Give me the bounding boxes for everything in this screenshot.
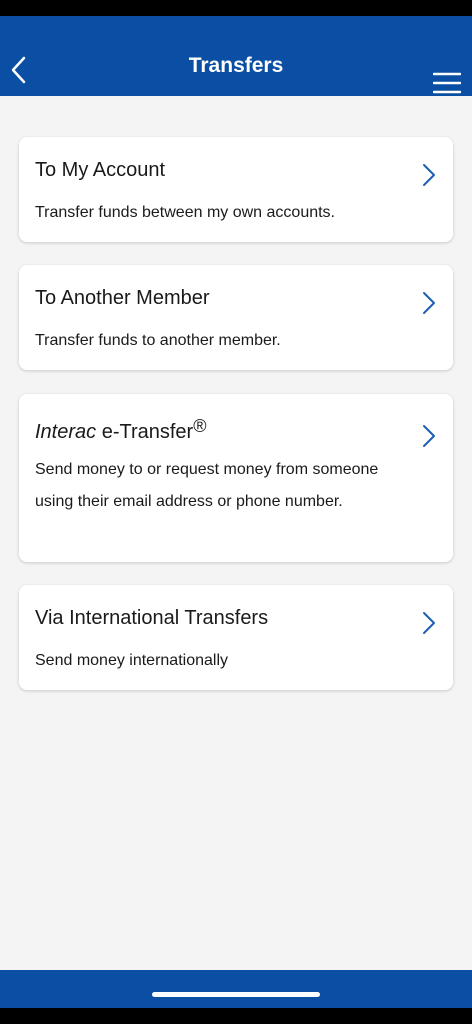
card-title-rest: e-Transfer [96, 421, 194, 443]
chevron-right-icon [423, 612, 435, 634]
bottom-edge [0, 1008, 472, 1024]
card-description: Transfer funds to another member. [35, 332, 281, 349]
home-indicator[interactable] [152, 992, 320, 997]
hamburger-menu-icon [433, 72, 461, 94]
card-to-another-member[interactable]: To Another Member Transfer funds to anot… [19, 265, 453, 370]
chevron-right-icon [423, 292, 435, 314]
card-title: To My Account [35, 159, 166, 181]
bottom-bar [0, 970, 472, 1008]
chevron-right-icon [423, 425, 435, 447]
card-title: Interac e-Transfer® [35, 416, 206, 444]
app-header: Transfers [0, 16, 472, 96]
menu-button[interactable] [430, 68, 464, 98]
card-description: Send money internationally [35, 652, 229, 669]
status-bar [0, 0, 472, 16]
card-to-my-account[interactable]: To My Account Transfer funds between my … [19, 137, 453, 242]
card-interac-e-transfer[interactable]: Interac e-Transfer® Send money to or req… [19, 394, 453, 562]
chevron-right-icon [423, 164, 435, 186]
card-title: Via International Transfers [35, 607, 269, 629]
card-title: To Another Member [35, 287, 210, 309]
card-description: Send money to or request money from some… [35, 461, 379, 510]
card-title-brand: Interac [35, 421, 97, 443]
card-international-transfers[interactable]: Via International Transfers Send money i… [19, 585, 453, 690]
registered-mark: ® [193, 416, 207, 436]
page-title: Transfers [188, 54, 284, 77]
card-description: Transfer funds between my own accounts. [35, 204, 335, 221]
